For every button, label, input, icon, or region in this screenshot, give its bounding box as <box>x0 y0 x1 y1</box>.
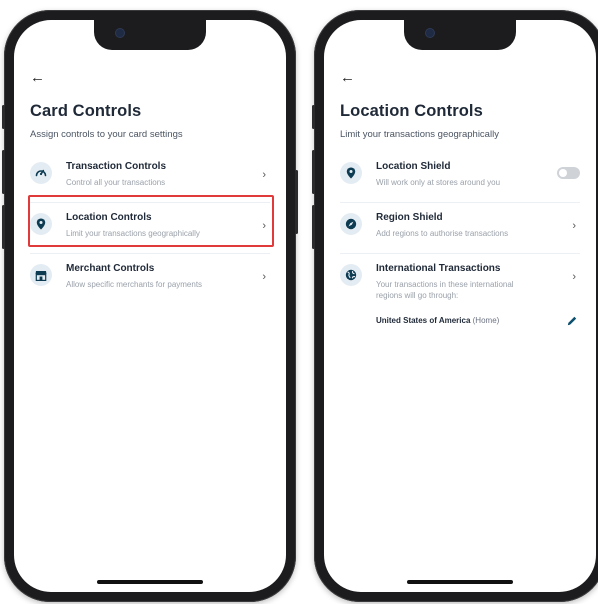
location-shield-toggle[interactable] <box>557 167 580 179</box>
chevron-right-icon: › <box>572 220 576 232</box>
phone-side-button <box>312 105 315 129</box>
page-title: Location Controls <box>340 102 483 120</box>
phone-side-button <box>312 205 315 249</box>
page-subtitle: Assign controls to your card settings <box>30 129 183 140</box>
home-indicator[interactable] <box>407 580 513 584</box>
camera-icon <box>116 29 124 37</box>
page-subtitle: Limit your transactions geographically <box>340 129 499 140</box>
item-title: Region Shield <box>376 212 443 223</box>
page-title: Card Controls <box>30 102 142 120</box>
back-arrow-icon[interactable]: ← <box>30 70 45 85</box>
location-pin-icon <box>340 162 362 184</box>
phone-frame-card-controls: ← Card Controls Assign controls to your … <box>2 10 298 602</box>
item-description: Allow specific merchants for payments <box>66 280 203 289</box>
toggle-knob <box>559 169 567 177</box>
item-description: Will work only at stores around you <box>376 178 501 187</box>
gauge-icon <box>30 162 52 184</box>
chevron-right-icon: › <box>262 271 266 283</box>
camera-icon <box>426 29 434 37</box>
phone-side-button <box>295 170 298 234</box>
phone-side-button <box>312 150 315 194</box>
globe-icon <box>340 264 362 286</box>
back-arrow-icon[interactable]: ← <box>340 70 355 85</box>
item-description: Control all your transactions <box>66 178 166 187</box>
highlight-box <box>28 195 274 247</box>
item-description: Your transactions in these international… <box>376 280 514 300</box>
item-title: International Transactions <box>376 263 501 274</box>
country-entry: United States of America (Home) <box>376 316 499 325</box>
item-description: Add regions to authorise transactions <box>376 229 509 238</box>
phone-notch <box>94 20 206 50</box>
list-item-region-shield[interactable]: Region Shield Add regions to authorise t… <box>340 203 580 254</box>
location-controls-screen: ← Location Controls Limit your transacti… <box>324 20 596 592</box>
country-home-note: (Home) <box>472 316 500 325</box>
list-item-merchant-controls[interactable]: Merchant Controls Allow specific merchan… <box>30 254 270 305</box>
chevron-right-icon: › <box>572 271 576 283</box>
phone-frame-location-controls: ← Location Controls Limit your transacti… <box>312 10 598 602</box>
card-controls-screen: ← Card Controls Assign controls to your … <box>14 20 286 592</box>
phone-side-button <box>2 105 5 129</box>
country-name: United States of America <box>376 316 471 325</box>
item-title: Location Shield <box>376 161 451 172</box>
phone-side-button <box>2 205 5 249</box>
pencil-icon[interactable] <box>566 314 578 326</box>
list-item-location-shield[interactable]: Location Shield Will work only at stores… <box>340 152 580 203</box>
compass-icon <box>340 213 362 235</box>
phone-notch <box>404 20 516 50</box>
home-indicator[interactable] <box>97 580 203 584</box>
phone-side-button <box>2 150 5 194</box>
item-title: Merchant Controls <box>66 263 155 274</box>
list-item-international-transactions[interactable]: International Transactions Your transact… <box>340 254 580 344</box>
location-controls-list: Location Shield Will work only at stores… <box>340 152 580 344</box>
chevron-right-icon: › <box>262 169 266 181</box>
item-title: Transaction Controls <box>66 161 167 172</box>
store-icon <box>30 264 52 286</box>
